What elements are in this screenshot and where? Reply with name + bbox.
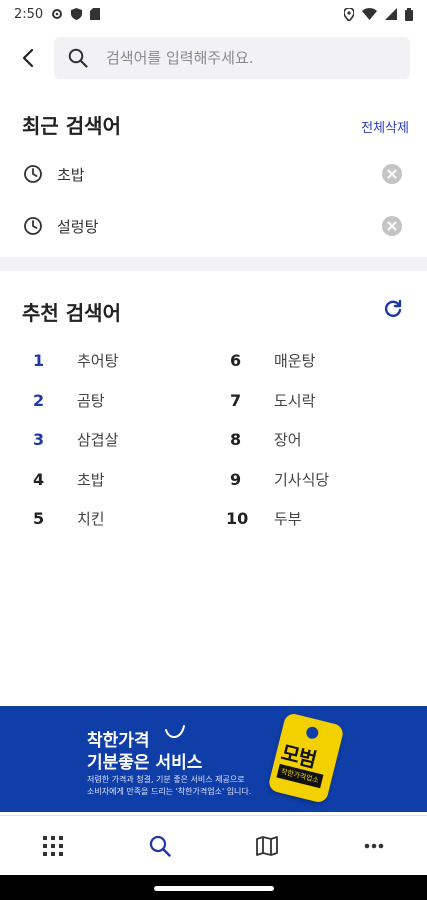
recommended-item[interactable]: 6 매운탕 bbox=[214, 348, 414, 372]
recommended-item-label: 장어 bbox=[274, 430, 302, 449]
clock-icon bbox=[23, 216, 43, 236]
recommended-item-label: 도시락 bbox=[274, 391, 316, 410]
recommended-item[interactable]: 2 곰탕 bbox=[0, 388, 200, 412]
back-arrow-icon bbox=[22, 49, 34, 67]
status-time: 2:50 bbox=[14, 6, 44, 22]
wifi-icon bbox=[362, 8, 377, 20]
nav-more[interactable] bbox=[320, 816, 427, 876]
recent-item[interactable]: 설렁탕 bbox=[0, 206, 427, 246]
more-dots-icon bbox=[364, 843, 383, 849]
recommended-item[interactable]: 7 도시락 bbox=[214, 388, 414, 412]
banner-description-line2: 소비자에게 만족을 드리는 '착한가격업소' 입니다. bbox=[87, 787, 252, 796]
sd-card-icon bbox=[90, 8, 101, 20]
refresh-icon bbox=[384, 299, 402, 317]
rank-number: 6 bbox=[230, 350, 242, 370]
recommended-item[interactable]: 1 추어탕 bbox=[0, 348, 200, 372]
refresh-button[interactable] bbox=[382, 298, 404, 320]
bottom-navigation bbox=[0, 815, 427, 876]
search-box[interactable] bbox=[54, 37, 410, 79]
nav-search[interactable] bbox=[107, 816, 214, 876]
tag-hole bbox=[305, 725, 320, 741]
recommended-item[interactable]: 9 기사식당 bbox=[214, 467, 414, 491]
recommended-item[interactable]: 8 장어 bbox=[214, 427, 414, 451]
rank-number: 4 bbox=[33, 469, 45, 489]
smile-icon bbox=[165, 725, 185, 738]
clock-icon bbox=[23, 164, 43, 184]
recent-item[interactable]: 초밥 bbox=[0, 154, 427, 194]
banner-title-line2: 기분좋은 서비스 bbox=[87, 753, 203, 773]
map-icon bbox=[255, 836, 278, 856]
location-icon bbox=[344, 7, 354, 21]
rank-number: 8 bbox=[230, 429, 242, 449]
recommended-item[interactable]: 10 두부 bbox=[214, 506, 414, 530]
rank-number: 5 bbox=[33, 508, 45, 528]
rank-number: 1 bbox=[33, 350, 45, 370]
recommended-item[interactable]: 3 삼겹살 bbox=[0, 427, 200, 451]
back-button[interactable] bbox=[0, 36, 56, 80]
recommended-item-label: 추어탕 bbox=[77, 351, 119, 370]
recommended-item-label: 삼겹살 bbox=[77, 430, 119, 449]
settings-icon bbox=[52, 9, 63, 19]
rank-number: 3 bbox=[33, 429, 45, 449]
recommended-item-label: 치킨 bbox=[77, 509, 105, 528]
signal-icon bbox=[385, 8, 397, 20]
rank-number: 2 bbox=[33, 390, 45, 410]
recent-searches-title: 최근 검색어 bbox=[22, 114, 121, 138]
battery-icon bbox=[405, 7, 413, 21]
status-bar: 2:50 bbox=[0, 0, 427, 28]
recent-item-label: 초밥 bbox=[57, 165, 85, 184]
search-icon bbox=[150, 835, 171, 857]
nav-menu[interactable] bbox=[0, 816, 107, 876]
recommended-item-label: 곰탕 bbox=[77, 391, 105, 410]
delete-recent-icon[interactable] bbox=[381, 163, 403, 185]
recent-item-label: 설렁탕 bbox=[57, 217, 99, 236]
recommended-item[interactable]: 4 초밥 bbox=[0, 467, 200, 491]
section-divider bbox=[0, 257, 427, 271]
rank-number: 9 bbox=[230, 469, 242, 489]
recommended-item-label: 초밥 bbox=[77, 470, 105, 489]
shield-icon bbox=[71, 8, 83, 20]
clear-all-button[interactable]: 전체삭제 bbox=[361, 117, 409, 136]
rank-number: 10 bbox=[226, 508, 249, 528]
nav-map[interactable] bbox=[214, 816, 321, 876]
banner-description-line1: 저렴한 가격과 청결, 기분 좋은 서비스 제공으로 bbox=[87, 775, 245, 784]
delete-recent-icon[interactable] bbox=[381, 215, 403, 237]
grid-menu-icon bbox=[43, 836, 64, 856]
recommended-item[interactable]: 5 치킨 bbox=[0, 506, 200, 530]
recommended-item-label: 매운탕 bbox=[274, 351, 316, 370]
home-gesture-handle[interactable] bbox=[154, 886, 274, 891]
search-icon bbox=[68, 48, 88, 68]
search-header bbox=[0, 36, 427, 80]
recommended-item-label: 기사식당 bbox=[274, 470, 330, 489]
rank-number: 7 bbox=[230, 390, 242, 410]
recommended-item-label: 두부 bbox=[274, 509, 302, 528]
recommended-searches-title: 추천 검색어 bbox=[22, 301, 121, 325]
search-input[interactable] bbox=[104, 48, 368, 68]
